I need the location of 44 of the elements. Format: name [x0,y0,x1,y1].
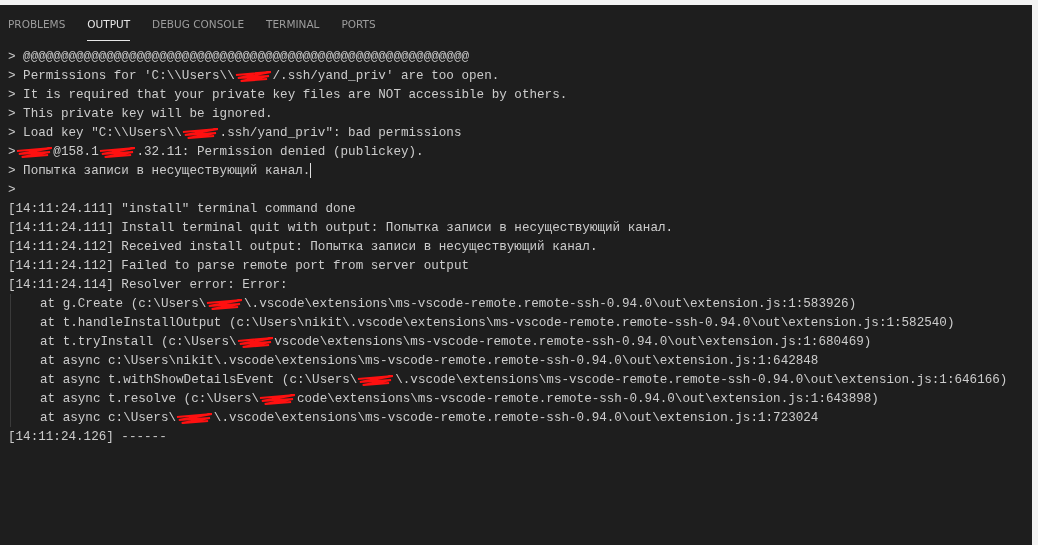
log-text: \.vscode\extensions\ms-vscode-remote.remote-ssh-0.94.0\out\extension.js:1:583926) [244,296,857,311]
log-text: > Permissions for 'C:\\Users\\ [8,68,235,83]
log-text: at async c:\Users\ [40,410,177,425]
redaction-scribble [181,126,220,139]
log-text: at async c:\Users\nikit\.vscode\extensions\ms-vscode-remote.remote-ssh-0.94.0\out\extension.js:1:642848 [40,353,819,368]
log-text: > [8,144,16,159]
log-text: .32.11: Permission denied (publickey). [136,144,424,159]
log-text: [14:11:24.126] ------ [8,429,167,444]
log-text: > This private key will be ignored. [8,106,273,121]
log-text: at t.tryInstall (c:\Users\ [40,334,237,349]
panel-tab[interactable]: TERMINAL [266,5,320,41]
redaction-scribble [259,392,297,405]
log-text: > Load key "C:\\Users\\ [8,125,182,140]
log-text: \.vscode\extensions\ms-vscode-remote.remote-ssh-0.94.0\out\extension.js:1:723024 [213,410,819,425]
log-text: [14:11:24.111] "install" terminal command done [8,201,356,216]
redaction-scribble [234,69,273,82]
log-text: .ssh/yand_priv": bad permissions [219,125,462,140]
panel-tab[interactable]: PROBLEMS [8,5,66,41]
redaction-scribble [15,145,54,158]
log-text: at async t.withShowDetailsEvent (c:\Users\ [40,372,358,387]
redaction-scribble [98,145,137,158]
log-text: at t.handleInstallOutput (c:\Users\nikit\.vscode\extensions\ms-vscode-remote.remote-ssh-0.94.0\out\extension.js:1:582540) [40,315,955,330]
log-text: [14:11:24.112] Received install output: Попытка записи в несуществующий канал. [8,239,598,254]
log-text: /.ssh/yand_priv' are too open. [272,68,500,83]
redaction-scribble [357,373,396,386]
log-text: [14:11:24.112] Failed to parse remote port from server output [8,258,469,273]
panel-tab[interactable]: OUTPUT [87,5,131,41]
redaction-scribble [236,335,275,348]
log-text: @158.1 [53,144,99,159]
log-text: > [8,182,16,197]
log-text: [14:11:24.111] Install terminal quit with output: Попытка записи в несуществующий канал. [8,220,674,235]
log-text: [14:11:24.114] Resolver error: Error: [8,277,288,292]
log-text: \.vscode\extensions\ms-vscode-remote.remote-ssh-0.94.0\out\extension.js:1:646166) [395,372,1008,387]
log-text: code\extensions\ms-vscode-remote.remote-ssh-0.94.0\out\extension.js:1:643898) [296,391,879,406]
panel-tab[interactable]: DEBUG CONSOLE [152,5,245,41]
panel-tab[interactable]: PORTS [341,5,376,41]
log-text: > Попытка записи в несуществующий канал. [8,163,311,178]
redaction-scribble [206,297,245,310]
log-text: vscode\extensions\ms-vscode-remote.remote-ssh-0.94.0\out\extension.js:1:680469) [274,334,872,349]
log-text: > @@@@@@@@@@@@@@@@@@@@@@@@@@@@@@@@@@@@@@@@@@@@@@@@@@@@@@@@@@@ [8,49,469,64]
log-text: > It is required that your private key files are NOT accessible by others. [8,87,568,102]
redaction-scribble [176,411,214,424]
log-text: at g.Create (c:\Users\ [40,296,207,311]
log-text: at async t.resolve (c:\Users\ [40,391,260,406]
